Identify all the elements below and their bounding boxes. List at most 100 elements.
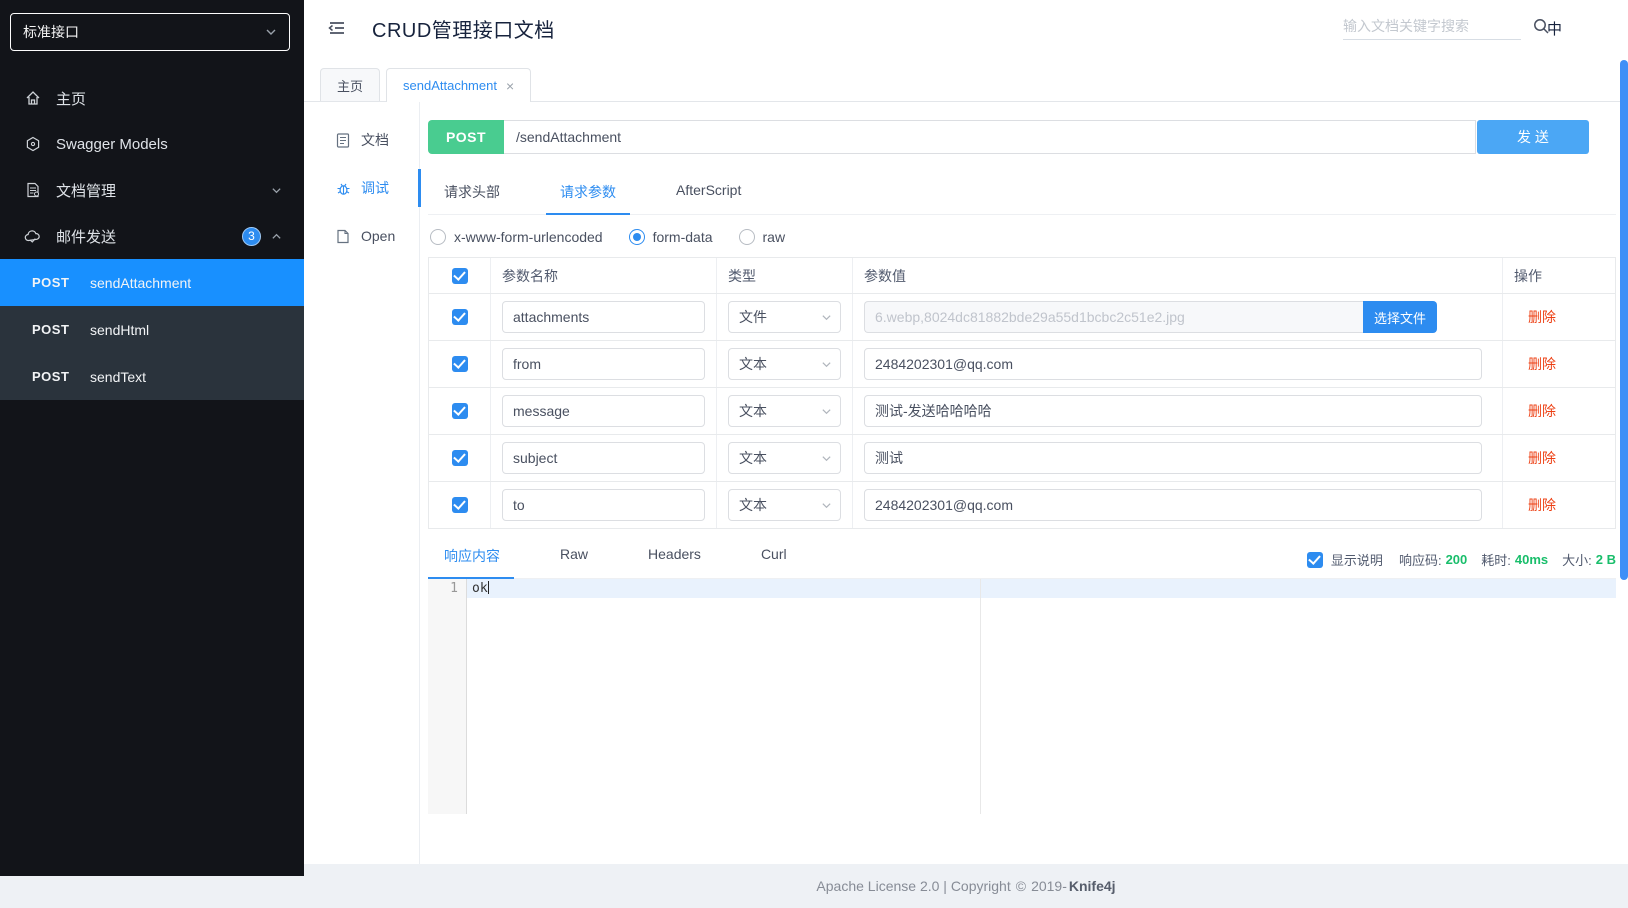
doc-nav-document[interactable]: 文档 bbox=[304, 116, 419, 164]
top-header: CRUD管理接口文档 中 bbox=[304, 0, 1628, 56]
tab-label: 主页 bbox=[337, 78, 364, 94]
request-tabs: 请求头部 请求参数 AfterScript bbox=[428, 182, 1616, 215]
doc-nav-label: 文档 bbox=[361, 132, 389, 148]
language-toggle[interactable]: 中 bbox=[1547, 18, 1562, 39]
sidebar-item-label: Swagger Models bbox=[56, 135, 168, 153]
search-input[interactable] bbox=[1342, 17, 1524, 34]
request-url-input[interactable] bbox=[504, 129, 1475, 145]
swagger-models-icon bbox=[24, 136, 41, 153]
doc-search bbox=[1342, 17, 1549, 40]
doc-nav-label: 调试 bbox=[361, 180, 389, 196]
vertical-scrollbar-thumb[interactable] bbox=[1620, 60, 1628, 580]
app-root: 标准接口 主页 Swagger Models 文档管理 邮件发送 3 POST … bbox=[0, 0, 1628, 908]
editor-gutter: 1 bbox=[428, 579, 467, 814]
param-value-input[interactable] bbox=[864, 442, 1482, 474]
select-all-checkbox[interactable] bbox=[451, 267, 468, 284]
debug-panel: POST 发 送 请求头部 请求参数 AfterScript x-www-for… bbox=[420, 102, 1628, 864]
chevron-down-icon bbox=[821, 453, 832, 464]
row-checkbox[interactable] bbox=[451, 403, 468, 419]
tab-sendattachment[interactable]: sendAttachment × bbox=[386, 68, 532, 102]
sidebar-item-sendtext[interactable]: POST sendText bbox=[0, 353, 304, 400]
column-header: 参数名称 bbox=[491, 258, 717, 293]
tab-headers[interactable]: Headers bbox=[634, 546, 715, 578]
radio-label: raw bbox=[762, 229, 786, 245]
delete-row-link[interactable]: 删除 bbox=[1514, 495, 1556, 515]
param-type-select[interactable]: 文本 bbox=[728, 395, 841, 427]
response-body-editor[interactable]: 1 ok bbox=[428, 579, 1616, 814]
param-name-input[interactable] bbox=[502, 489, 705, 521]
brand-name: Knife4j bbox=[1068, 878, 1116, 894]
menu-fold-icon[interactable] bbox=[326, 17, 348, 39]
param-name-input[interactable] bbox=[502, 348, 705, 380]
row-checkbox[interactable] bbox=[451, 450, 468, 466]
open-api-icon bbox=[336, 229, 351, 244]
sidebar-item-swagger-models[interactable]: Swagger Models bbox=[0, 121, 304, 167]
close-icon[interactable]: × bbox=[506, 78, 514, 94]
doc-nav-open[interactable]: Open bbox=[304, 212, 419, 260]
tab-response-content[interactable]: 响应内容 bbox=[428, 546, 514, 579]
radio-x-www-form-urlencoded[interactable]: x-www-form-urlencoded bbox=[430, 229, 603, 245]
row-checkbox[interactable] bbox=[451, 309, 468, 325]
radio-raw[interactable]: raw bbox=[738, 229, 786, 245]
param-name-input[interactable] bbox=[502, 301, 705, 333]
tab-home[interactable]: 主页 bbox=[320, 68, 381, 101]
param-value-input[interactable] bbox=[864, 348, 1482, 380]
api-name-label: sendText bbox=[90, 368, 147, 385]
param-value-input[interactable] bbox=[864, 489, 1482, 521]
delete-row-link[interactable]: 删除 bbox=[1514, 354, 1556, 374]
time-value: 40ms bbox=[1514, 552, 1549, 567]
sidebar-item-doc-manage[interactable]: 文档管理 bbox=[0, 167, 304, 213]
show-desc-checkbox[interactable] bbox=[1306, 551, 1323, 568]
tab-label: sendAttachment bbox=[403, 78, 497, 93]
radio-icon bbox=[628, 229, 645, 245]
param-name-input[interactable] bbox=[502, 395, 705, 427]
tab-raw[interactable]: Raw bbox=[546, 546, 602, 578]
editor-text: ok bbox=[472, 581, 488, 596]
chevron-down-icon bbox=[821, 312, 832, 323]
request-url-box bbox=[504, 120, 1476, 154]
page-footer: Apache License 2.0 | Copyright © 2019- K… bbox=[304, 864, 1628, 908]
table-row: 文本 删除 bbox=[429, 435, 1615, 482]
sidebar-item-mail-send[interactable]: 邮件发送 3 bbox=[0, 213, 304, 259]
mail-send-icon bbox=[24, 228, 41, 245]
param-type-select[interactable]: 文本 bbox=[728, 489, 841, 521]
doc-nav-debug[interactable]: 调试 bbox=[304, 164, 421, 212]
tab-request-params[interactable]: 请求参数 bbox=[546, 182, 630, 215]
delete-row-link[interactable]: 删除 bbox=[1514, 448, 1556, 468]
choose-file-button[interactable]: 选择文件 bbox=[1363, 301, 1437, 333]
row-checkbox[interactable] bbox=[451, 356, 468, 372]
radio-label: x-www-form-urlencoded bbox=[454, 229, 603, 245]
sidebar-item-sendhtml[interactable]: POST sendHtml bbox=[0, 306, 304, 353]
send-button[interactable]: 发 送 bbox=[1477, 120, 1589, 154]
editor-code-area[interactable]: ok bbox=[467, 579, 1616, 814]
tab-request-headers[interactable]: 请求头部 bbox=[428, 182, 514, 214]
delete-row-link[interactable]: 删除 bbox=[1514, 401, 1556, 421]
delete-row-link[interactable]: 删除 bbox=[1514, 307, 1556, 327]
param-value-input[interactable] bbox=[864, 395, 1482, 427]
param-type-select[interactable]: 文本 bbox=[728, 442, 841, 474]
text-cursor bbox=[487, 581, 489, 594]
page-title: CRUD管理接口文档 bbox=[372, 19, 555, 42]
row-checkbox[interactable] bbox=[451, 497, 468, 513]
param-name-input[interactable] bbox=[502, 442, 705, 474]
radio-label: form-data bbox=[652, 229, 713, 245]
request-bar: POST 发 送 bbox=[428, 120, 1589, 154]
param-type-select[interactable]: 文本 bbox=[728, 348, 841, 380]
tab-afterscript[interactable]: AfterScript bbox=[662, 182, 755, 214]
tab-curl[interactable]: Curl bbox=[747, 546, 801, 578]
sidebar-item-label: 邮件发送 bbox=[56, 228, 117, 246]
param-type-value: 文本 bbox=[739, 497, 767, 513]
status-code-label: 响应码: bbox=[1398, 553, 1442, 568]
param-type-select[interactable]: 文件 bbox=[728, 301, 841, 333]
sidebar-item-home[interactable]: 主页 bbox=[0, 75, 304, 121]
table-row: 文件 选择文件 删除 bbox=[429, 294, 1615, 341]
http-method-tag: POST bbox=[428, 120, 504, 154]
radio-form-data[interactable]: form-data bbox=[628, 229, 713, 245]
debug-icon bbox=[336, 181, 351, 196]
sidebar-item-sendattachment[interactable]: POST sendAttachment bbox=[0, 259, 304, 306]
api-group-select[interactable]: 标准接口 bbox=[10, 13, 290, 51]
body-type-radios: x-www-form-urlencoded form-data raw bbox=[430, 229, 1616, 245]
doc-manage-icon bbox=[24, 182, 41, 199]
param-type-value: 文本 bbox=[739, 450, 767, 466]
show-desc-label[interactable]: 显示说明 bbox=[1331, 550, 1383, 569]
